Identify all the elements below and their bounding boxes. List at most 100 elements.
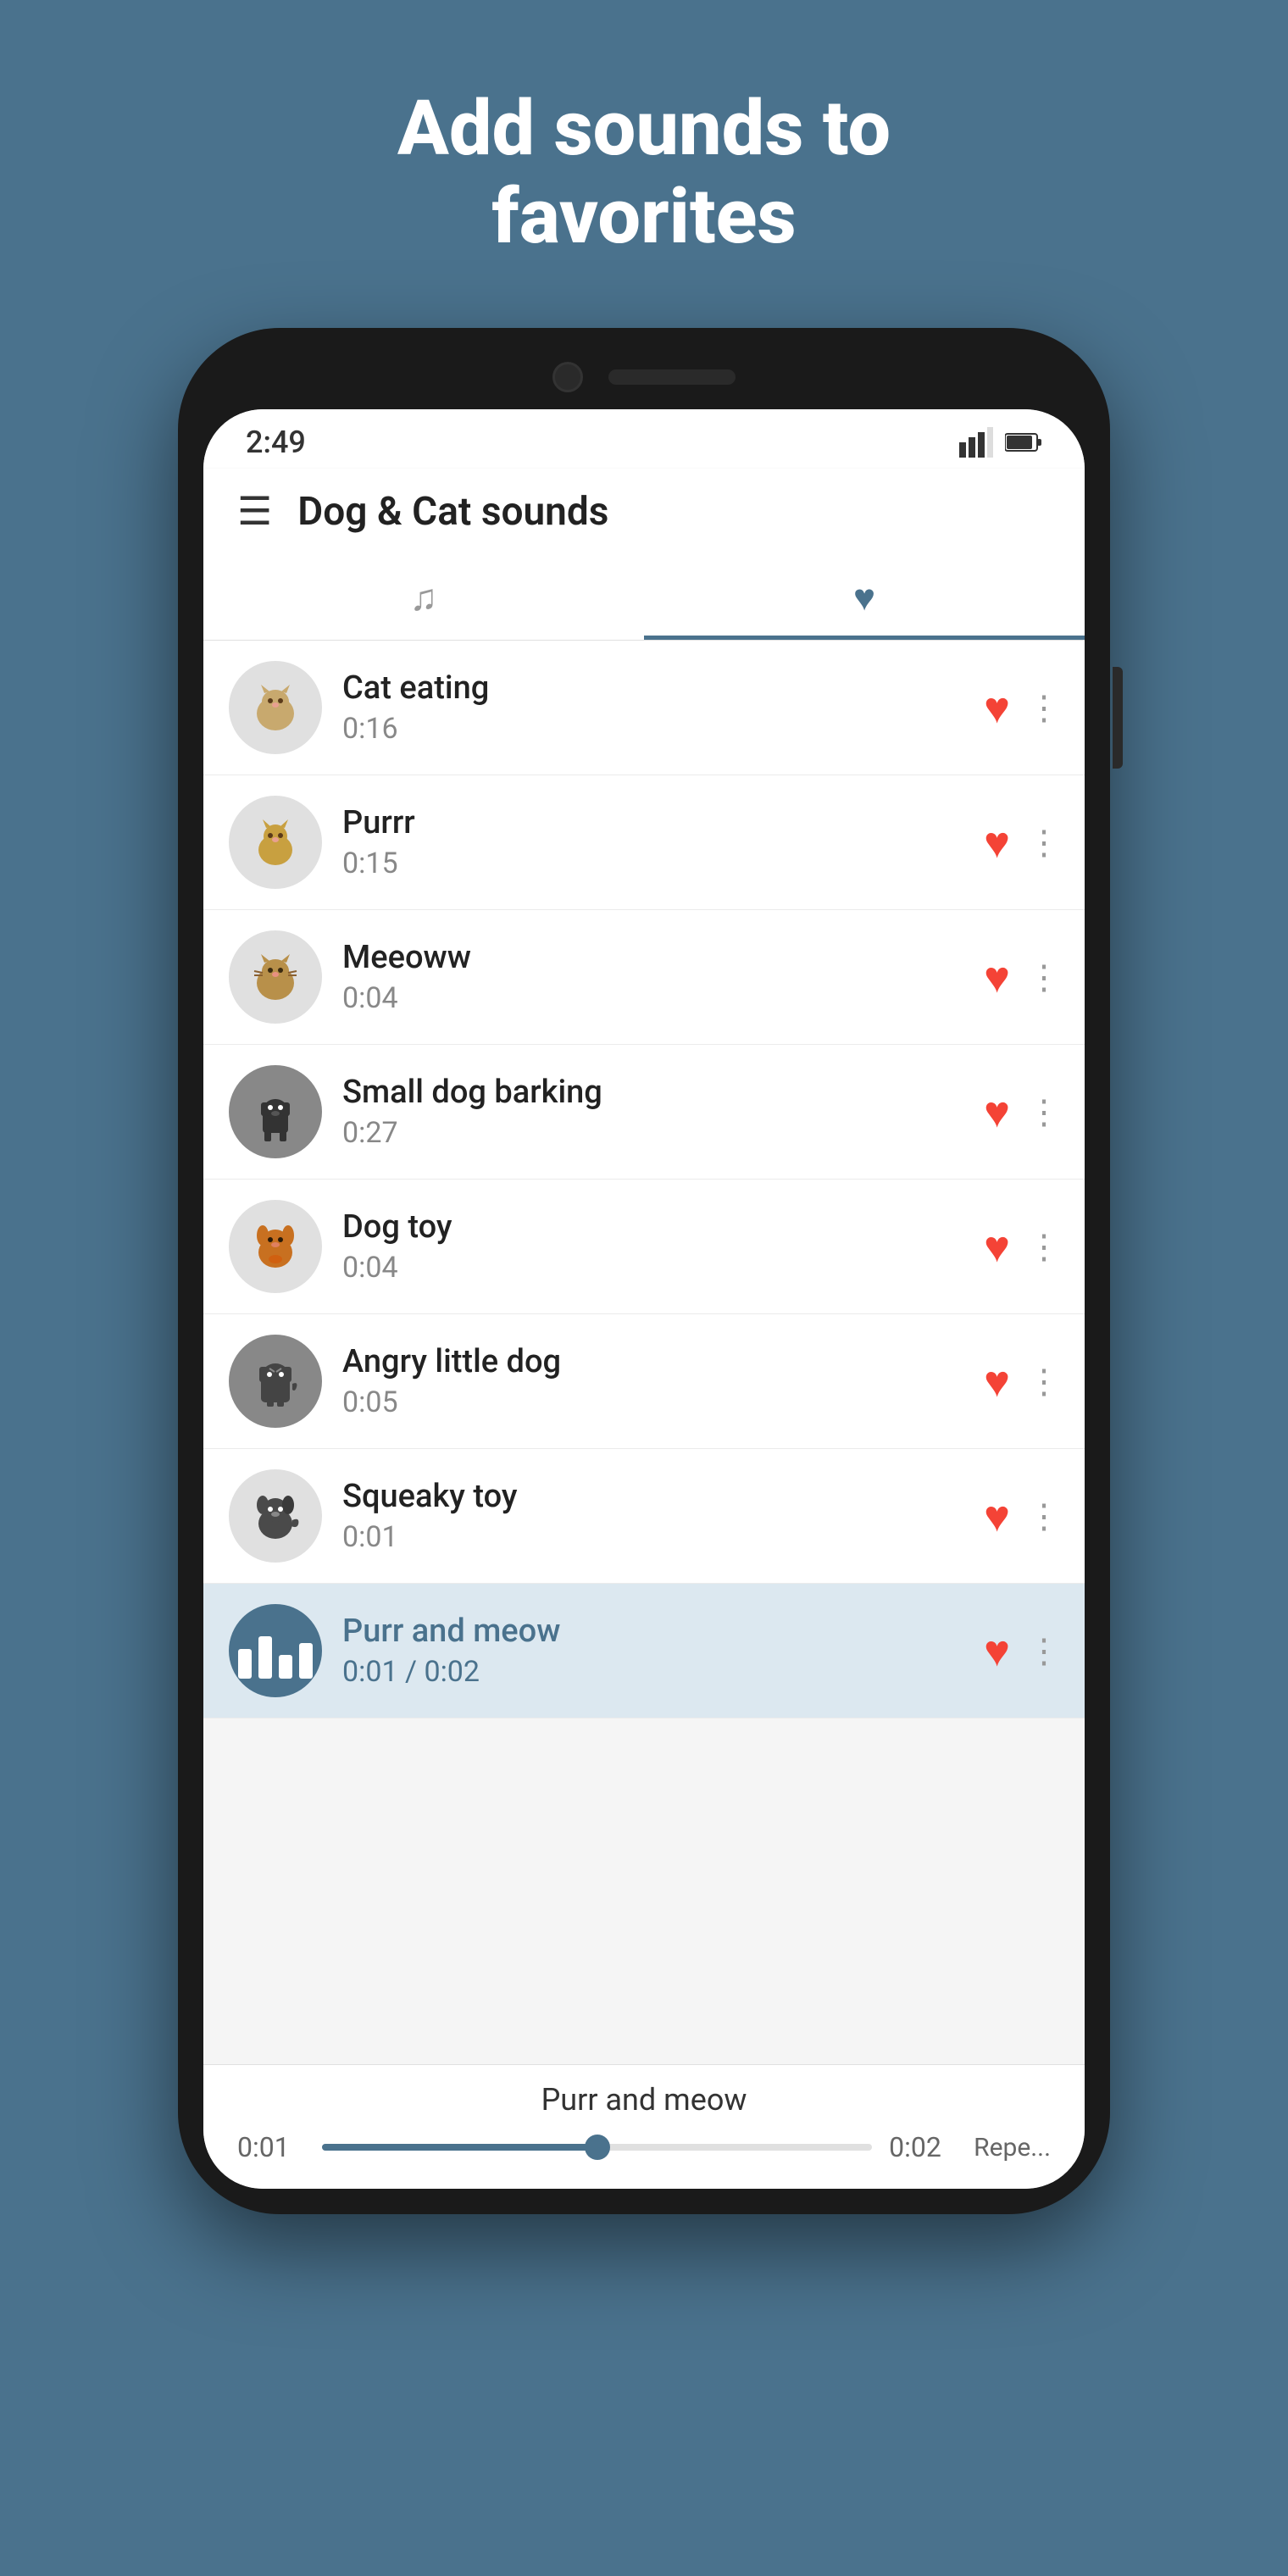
dog2-icon [246,1217,305,1276]
more-options-button[interactable]: ⋮ [1027,1092,1059,1132]
player-progress: 0:01 0:02 Repe... [237,2131,1051,2163]
more-options-button[interactable]: ⋮ [1027,958,1059,997]
sound-actions: ♥ ⋮ [984,1491,1059,1542]
now-playing-title: Purr and meow [237,2082,1051,2118]
sound-list: Cat eating 0:16 ♥ ⋮ [203,641,1085,2064]
sound-actions: ♥ ⋮ [984,1221,1059,1273]
repeat-button[interactable]: Repe... [974,2133,1051,2162]
sound-actions: ♥ ⋮ [984,817,1059,869]
sound-avatar [229,1200,322,1293]
bar1 [238,1649,252,1679]
sound-duration: 0:05 [342,1385,963,1419]
tabs-bar: ♫ ♥ [203,555,1085,641]
menu-icon[interactable]: ☰ [237,492,272,531]
sound-avatar [229,661,322,754]
cat-icon [246,678,305,737]
phone-screen: 2:49 [203,409,1085,2189]
tab-favorites[interactable]: ♥ [644,555,1085,640]
sound-avatar [229,1469,322,1563]
sound-actions: ♥ ⋮ [984,1086,1059,1138]
phone-outer: 2:49 [178,328,1110,2214]
heart-tab-icon: ♥ [853,575,875,619]
phone-side-button [1113,667,1123,769]
favorite-button[interactable]: ♥ [984,682,1010,734]
more-options-button[interactable]: ⋮ [1027,1631,1059,1671]
sound-item[interactable]: Cat eating 0:16 ♥ ⋮ [203,641,1085,775]
bar3 [279,1655,292,1679]
hero-title: Add sounds to favorites [263,85,1025,260]
sound-avatar [229,796,322,889]
progress-fill [322,2144,597,2151]
total-time: 0:02 [889,2131,957,2163]
favorite-button[interactable]: ♥ [984,1221,1010,1273]
more-options-button[interactable]: ⋮ [1027,823,1059,863]
sound-name: Cat eating [342,669,963,707]
sound-avatar [229,1335,322,1428]
sound-item[interactable]: Squeaky toy 0:01 ♥ ⋮ [203,1449,1085,1584]
status-time: 2:49 [246,425,306,460]
sound-info: Dog toy 0:04 [342,1208,963,1285]
sound-info: Purr and meow 0:01 / 0:02 [342,1613,963,1689]
favorite-button[interactable]: ♥ [984,1086,1010,1138]
sound-item[interactable]: Purrr 0:15 ♥ ⋮ [203,775,1085,910]
angry-dog-icon [246,1352,305,1411]
signal-icon [959,427,993,458]
sound-name: Purr and meow [342,1613,963,1650]
sound-duration: 0:15 [342,847,963,880]
status-bar: 2:49 [203,409,1085,469]
sound-duration: 0:16 [342,712,963,746]
dog-icon [246,1082,305,1141]
more-options-button[interactable]: ⋮ [1027,1362,1059,1402]
sound-item[interactable]: Dog toy 0:04 ♥ ⋮ [203,1180,1085,1314]
bar2 [258,1636,272,1679]
sound-info: Angry little dog 0:05 [342,1343,963,1419]
phone-device: 2:49 [178,328,1110,2214]
phone-speaker [608,369,736,385]
sound-name: Meeoww [342,939,963,976]
music-note-icon: ♫ [410,575,438,619]
sound-name: Purrr [342,804,963,841]
phone-top-bar [203,353,1085,401]
sound-name: Small dog barking [342,1074,963,1111]
sound-info: Cat eating 0:16 [342,669,963,746]
progress-bar[interactable] [322,2144,872,2151]
cat3-icon [246,947,305,1007]
sound-item[interactable]: Small dog barking 0:27 ♥ ⋮ [203,1045,1085,1180]
sound-duration: 0:27 [342,1116,963,1150]
favorite-button[interactable]: ♥ [984,817,1010,869]
sound-duration: 0:04 [342,981,963,1015]
more-options-button[interactable]: ⋮ [1027,688,1059,728]
sound-info: Purrr 0:15 [342,804,963,880]
sound-item-playing[interactable]: Purr and meow 0:01 / 0:02 ♥ ⋮ [203,1584,1085,1718]
current-time: 0:01 [237,2131,305,2163]
sound-avatar [229,1065,322,1158]
sound-name: Squeaky toy [342,1478,963,1515]
sound-name: Dog toy [342,1208,963,1246]
favorite-button[interactable]: ♥ [984,1625,1010,1677]
app-bar: ☰ Dog & Cat sounds [203,469,1085,555]
sound-info: Small dog barking 0:27 [342,1074,963,1150]
app-title: Dog & Cat sounds [297,489,608,535]
sound-info: Meeoww 0:04 [342,939,963,1015]
more-options-button[interactable]: ⋮ [1027,1227,1059,1267]
favorite-button[interactable]: ♥ [984,1356,1010,1407]
sound-actions: ♥ ⋮ [984,1356,1059,1407]
sound-avatar [229,930,322,1024]
tab-sounds[interactable]: ♫ [203,555,644,640]
favorite-button[interactable]: ♥ [984,1491,1010,1542]
sound-actions: ♥ ⋮ [984,682,1059,734]
progress-thumb[interactable] [585,2135,610,2160]
sound-duration: 0:01 / 0:02 [342,1655,963,1689]
sound-name: Angry little dog [342,1343,963,1380]
sound-duration: 0:04 [342,1251,963,1285]
more-options-button[interactable]: ⋮ [1027,1496,1059,1536]
playing-bars-icon [229,1604,322,1697]
cat2-icon [246,813,305,872]
sound-item[interactable]: Angry little dog 0:05 ♥ ⋮ [203,1314,1085,1449]
dog3-icon [246,1486,305,1546]
favorite-button[interactable]: ♥ [984,952,1010,1003]
sound-actions: ♥ ⋮ [984,952,1059,1003]
sound-actions: ♥ ⋮ [984,1625,1059,1677]
sound-duration: 0:01 [342,1520,963,1554]
sound-item[interactable]: Meeoww 0:04 ♥ ⋮ [203,910,1085,1045]
